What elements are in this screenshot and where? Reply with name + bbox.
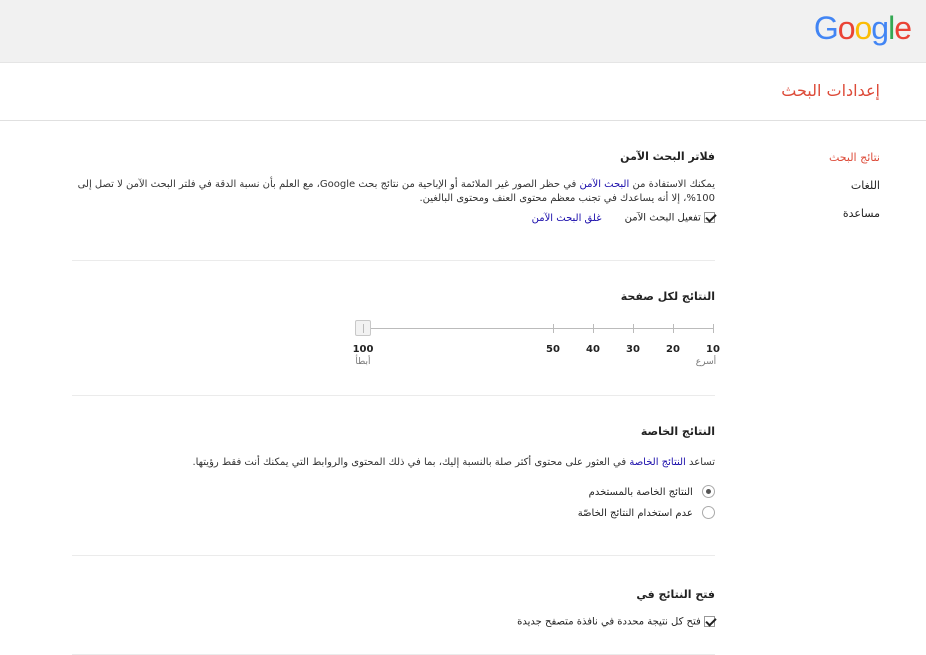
- safesearch-info-link[interactable]: البحث الآمن: [580, 179, 630, 190]
- safesearch-description: يمكنك الاستفادة من البحث الآمن في حظر ال…: [72, 178, 715, 206]
- title-bar: إعدادات البحث: [0, 63, 926, 121]
- slider-tick-label: 20: [666, 344, 680, 355]
- radio-selected-dot: [706, 489, 711, 494]
- slider-tick: [553, 324, 554, 333]
- slider-label-slow: أبطأ: [355, 357, 371, 367]
- page-title: إعدادات البحث: [781, 81, 880, 100]
- slider-tick: [713, 324, 714, 333]
- results-per-page-slider[interactable]: أبطأ أسرع 10 20 30 40 50 100: [352, 320, 720, 380]
- open-results-section: فتح النتائج في فتح كل نتيجة محددة في ناف…: [72, 588, 717, 628]
- safesearch-title: فلاتر البحث الآمن: [620, 150, 715, 163]
- lock-safesearch-link[interactable]: غلق البحث الآمن: [532, 213, 602, 224]
- logo-letter: e: [894, 10, 912, 46]
- private-results-section: النتائج الخاصة تساعد النتائج الخاصة في ا…: [72, 425, 715, 519]
- private-results-title: النتائج الخاصة: [640, 425, 715, 438]
- slider-tick: [593, 324, 594, 333]
- slider-tick-label: 100: [352, 344, 374, 355]
- slider-track: [363, 328, 713, 329]
- logo-letter: G: [813, 10, 839, 46]
- safesearch-section: فلاتر البحث الآمن يمكنك الاستفادة من الب…: [72, 150, 717, 224]
- google-logo: Google: [813, 10, 912, 46]
- new-window-label[interactable]: فتح كل نتيجة محددة في نافذة متصفح جديدة: [517, 617, 701, 628]
- private-results-link[interactable]: النتائج الخاصة: [629, 457, 686, 468]
- slider-tick-label: 40: [586, 344, 600, 355]
- private-use-radio[interactable]: [702, 485, 715, 498]
- private-desc-rest: في العثور على محتوى أكثر صلة بالنسبة إلي…: [192, 457, 627, 468]
- logo-letter: o: [854, 10, 873, 46]
- safesearch-desc-prefix: يمكنك الاستفادة من: [632, 179, 715, 190]
- divider: [72, 395, 715, 396]
- private-no-radio[interactable]: [702, 506, 715, 519]
- slider-label-fast: أسرع: [695, 357, 717, 367]
- open-results-checkbox-row: فتح كل نتيجة محددة في نافذة متصفح جديدة: [72, 615, 717, 628]
- divider: [72, 260, 715, 261]
- nav-item-search-results[interactable]: نتائج البحث: [760, 150, 880, 178]
- private-results-description: تساعد النتائج الخاصة في العثور على محتوى…: [72, 456, 715, 470]
- results-per-page-section: النتائج لكل صفحة: [72, 290, 715, 303]
- slider-tick: [673, 324, 674, 333]
- nav-item-languages[interactable]: اللغات: [760, 178, 880, 206]
- settings-nav: نتائج البحث اللغات مساعدة: [760, 150, 880, 234]
- private-option-no-row: عدم استخدام النتائج الخاصّة: [72, 506, 715, 519]
- private-use-label[interactable]: النتائج الخاصة بالمستخدم: [589, 487, 693, 498]
- slider-tick: [633, 324, 634, 333]
- checkmark-icon: [705, 615, 717, 627]
- private-option-use-row: النتائج الخاصة بالمستخدم: [72, 485, 715, 498]
- top-bar: Google: [0, 0, 926, 63]
- new-window-checkbox[interactable]: [704, 615, 717, 627]
- slider-tick-label: 50: [546, 344, 560, 355]
- private-desc-prefix: تساعد: [689, 457, 715, 468]
- safesearch-checkbox[interactable]: [704, 211, 717, 223]
- logo-letter: o: [837, 10, 856, 46]
- checkmark-icon: [705, 211, 717, 223]
- safesearch-checkbox-label[interactable]: تفعيل البحث الآمن: [625, 213, 701, 224]
- slider-tick-label: 10: [706, 344, 720, 355]
- logo-letter: g: [871, 10, 889, 46]
- divider: [72, 555, 715, 556]
- safesearch-checkbox-row: تفعيل البحث الآمن غلق البحث الآمن: [72, 211, 717, 224]
- nav-item-help[interactable]: مساعدة: [760, 206, 880, 234]
- slider-tick-label: 30: [626, 344, 640, 355]
- private-no-label[interactable]: عدم استخدام النتائج الخاصّة: [578, 508, 693, 519]
- results-per-page-title: النتائج لكل صفحة: [620, 290, 715, 303]
- open-results-title: فتح النتائج في: [636, 588, 715, 601]
- slider-tick: [363, 324, 364, 333]
